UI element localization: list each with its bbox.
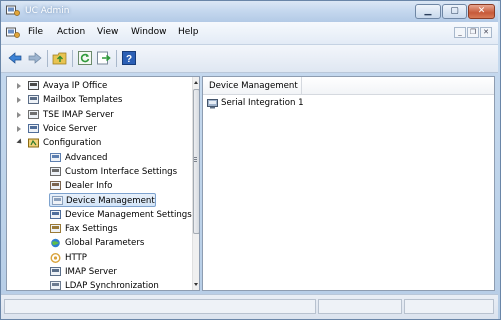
status-panel: [404, 299, 494, 314]
menu-view[interactable]: View: [97, 27, 118, 37]
custom-interface-icon: [50, 166, 61, 176]
menu-file[interactable]: File: [28, 27, 43, 37]
fax-icon: [50, 224, 61, 233]
menu-window[interactable]: Window: [131, 27, 167, 37]
imap-icon: [50, 266, 61, 276]
svg-text:?: ?: [126, 54, 132, 65]
inner-minimize-button[interactable]: _: [454, 27, 466, 38]
tree-item-configuration[interactable]: Configuration: [7, 136, 187, 150]
globe-icon: [51, 238, 60, 248]
ldap-icon: [50, 281, 61, 290]
tree-item-dealer-info[interactable]: Dealer Info: [7, 179, 187, 193]
tree-item-label: Avaya IP Office: [43, 81, 108, 91]
tree-item-custom-interface-settings[interactable]: Custom Interface Settings: [7, 165, 187, 179]
tree-item-fax-settings[interactable]: Fax Settings: [7, 222, 187, 236]
tree-item-imap-server[interactable]: IMAP Server: [7, 265, 187, 279]
details-pane: Device Management Serial Integration 1: [202, 76, 495, 291]
tree-item-label: LDAP Synchronization: [65, 281, 159, 291]
imap-server-icon: [28, 109, 39, 119]
tree-item-label: Fax Settings: [65, 224, 118, 234]
scrollbar-thumb[interactable]: [193, 89, 199, 234]
scroll-grip-icon: [194, 157, 197, 158]
up-folder-icon[interactable]: [52, 50, 68, 66]
tree-item-global-parameters[interactable]: Global Parameters: [7, 236, 187, 250]
collapsed-arrow-icon[interactable]: [17, 111, 21, 118]
tree-item-label: HTTP: [65, 252, 87, 263]
tree-item-label: Device Management: [66, 196, 155, 207]
tree-item-mailbox-templates[interactable]: Mailbox Templates: [7, 93, 187, 107]
inner-close-button[interactable]: ✕: [480, 27, 492, 38]
device-management-icon: [52, 196, 63, 206]
close-icon: ✕: [483, 28, 489, 36]
tree-item-label: Custom Interface Settings: [65, 166, 178, 177]
list-item-label: Serial Integration 1: [221, 98, 304, 108]
title-bar[interactable]: UC Admin ▁ ▢ ✕: [1, 1, 498, 22]
inner-restore-button[interactable]: ❐: [467, 27, 479, 38]
restore-icon: ❐: [469, 28, 477, 36]
mailbox-templates-icon: [28, 95, 39, 105]
help-icon[interactable]: ?: [121, 50, 137, 66]
serial-integration-icon: [207, 99, 218, 109]
tree-item-label: Configuration: [43, 138, 102, 149]
minimize-icon: ▁: [424, 6, 432, 16]
forward-arrow-icon[interactable]: [27, 50, 43, 66]
tree-item-label: TSE IMAP Server: [43, 109, 114, 120]
http-icon: [50, 252, 61, 263]
column-divider[interactable]: [301, 77, 302, 94]
tree-item-label: Voice Server: [43, 123, 97, 134]
status-bar: [1, 294, 498, 319]
scroll-down-arrow-icon[interactable]: [194, 283, 198, 286]
window-title: UC Admin: [25, 6, 70, 16]
status-panel: [318, 299, 402, 314]
tree-item-advanced[interactable]: Advanced: [7, 151, 187, 165]
export-icon[interactable]: [96, 50, 112, 66]
voice-server-icon: [28, 123, 39, 133]
tree-item-label: IMAP Server: [65, 266, 117, 277]
tree-item-label: Advanced: [65, 152, 108, 163]
tree-item-avaya-ip-office[interactable]: Avaya IP Office: [7, 79, 187, 93]
tree-item-ldap-synchronization[interactable]: LDAP Synchronization: [7, 279, 187, 291]
navigation-tree[interactable]: Avaya IP Office Mailbox Templates TSE IMAP…: [6, 76, 200, 291]
expanded-arrow-icon[interactable]: [16, 138, 24, 146]
minimize-button[interactable]: ▁: [415, 4, 441, 19]
minimize-icon: _: [458, 28, 462, 36]
collapsed-arrow-icon[interactable]: [17, 125, 21, 132]
status-panel: [4, 299, 316, 314]
tree-item-label: Mailbox Templates: [43, 95, 123, 106]
child-window-icon[interactable]: [6, 27, 20, 39]
tree-item-tse-imap-server[interactable]: TSE IMAP Server: [7, 108, 187, 122]
tree-item-voice-server[interactable]: Voice Server: [7, 122, 187, 136]
refresh-icon[interactable]: [77, 50, 93, 66]
close-icon: ✕: [477, 6, 486, 16]
menu-bar: File Action View Window Help _ ❐ ✕: [1, 22, 498, 45]
dealer-info-icon: [50, 181, 61, 191]
column-header[interactable]: Device Management: [203, 77, 494, 95]
server-icon: [28, 81, 39, 90]
tree-item-http[interactable]: HTTP: [7, 251, 187, 265]
toolbar-separator: [116, 50, 117, 67]
tree-item-label: Dealer Info: [65, 181, 113, 192]
scroll-up-arrow-icon[interactable]: [194, 81, 198, 84]
tree-item-label: Device Management Settings: [65, 209, 192, 220]
uc-admin-app-icon: [6, 5, 20, 16]
menu-action[interactable]: Action: [57, 27, 85, 37]
collapsed-arrow-icon[interactable]: [17, 83, 21, 89]
advanced-icon: [50, 152, 61, 162]
toolbar: ?: [1, 45, 498, 73]
collapsed-arrow-icon[interactable]: [17, 97, 21, 104]
toolbar-separator: [72, 50, 73, 67]
maximize-button[interactable]: ▢: [442, 4, 467, 19]
tree-item-device-management-settings[interactable]: Device Management Settings: [7, 208, 192, 222]
device-settings-icon: [50, 209, 61, 219]
maximize-icon: ▢: [450, 6, 459, 16]
menu-help[interactable]: Help: [178, 27, 199, 37]
column-header-label: Device Management: [209, 81, 298, 91]
toolbar-separator: [47, 50, 48, 67]
tree-item-label: Global Parameters: [65, 238, 145, 249]
tree-item-device-management[interactable]: Device Management: [49, 193, 156, 208]
back-arrow-icon[interactable]: [7, 50, 23, 66]
close-button[interactable]: ✕: [468, 4, 495, 19]
configuration-icon: [28, 138, 39, 148]
